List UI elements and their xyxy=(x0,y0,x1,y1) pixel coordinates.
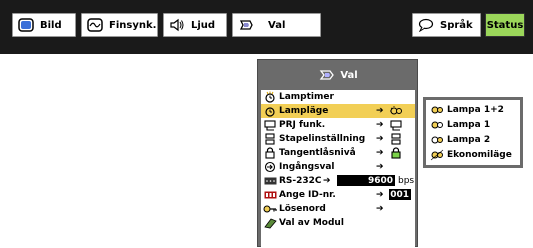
tab-label: Val xyxy=(268,19,286,31)
lamp-timer-icon xyxy=(263,91,277,103)
submenu-item-label: Lampa 1 xyxy=(447,119,491,130)
menu-item-label: Ange ID-nr. xyxy=(279,190,336,200)
speaker-icon xyxy=(167,16,187,34)
panel-title-text: Val xyxy=(340,69,358,81)
arrow-icon: ➔ xyxy=(376,106,384,116)
menu-item-tangentlasniva[interactable]: Tangentlåsnivå ➔ xyxy=(261,146,415,160)
id-number-icon xyxy=(263,189,277,201)
arrow-icon: ➔ xyxy=(376,190,384,200)
submenu-item-label: Ekonomiläge xyxy=(447,149,512,160)
menu-item-lamptimer[interactable]: Lamptimer xyxy=(261,90,415,104)
lamp-mode-submenu: Lampa 1+2 Lampa 1 Lampa 2 Ekonomiläge xyxy=(423,97,523,168)
tab-label: Finsynk. xyxy=(109,19,157,31)
lock-icon xyxy=(389,147,403,159)
menu-item-label: Val av Modul xyxy=(279,218,344,228)
lamp-icon xyxy=(430,119,444,131)
input-select-icon xyxy=(263,161,277,173)
arrow-icon: ➔ xyxy=(376,204,384,214)
menu-item-label: Lösenord xyxy=(279,204,326,214)
menu-item-label: Ingångsval xyxy=(279,162,335,172)
serial-port-icon xyxy=(263,175,277,187)
tab-label: Bild xyxy=(40,19,62,31)
submenu-item-ekonomilage[interactable]: Ekonomiläge xyxy=(426,147,520,162)
lamp-icon xyxy=(430,104,444,116)
tab-ljud[interactable]: Ljud xyxy=(163,13,227,37)
menu-item-label: RS-232C xyxy=(279,176,322,186)
options-icon xyxy=(319,69,335,81)
projector-icon xyxy=(389,119,403,131)
arrow-icon: ➔ xyxy=(376,162,384,172)
tab-val[interactable]: Val xyxy=(232,13,321,37)
tab-label: Ljud xyxy=(191,19,216,31)
menu-item-lamplage[interactable]: Lampläge ➔ xyxy=(261,104,415,118)
id-number-value[interactable]: 001 xyxy=(389,189,411,200)
menu-item-label: Tangentlåsnivå xyxy=(279,148,356,158)
stack-setting-icon xyxy=(389,133,403,145)
menu-bar: Bild Finsynk. Ljud Val Språk Status xyxy=(0,0,533,54)
menu-item-label: Lamptimer xyxy=(279,92,334,102)
arrow-icon: ➔ xyxy=(376,134,384,144)
tab-bild[interactable]: Bild xyxy=(12,13,76,37)
tab-label: Status xyxy=(486,19,524,31)
menu-item-losenord[interactable]: Lösenord ➔ xyxy=(261,202,415,216)
submenu-item-label: Lampa 2 xyxy=(447,134,491,145)
menu-item-stapelinstallning[interactable]: Stapelinställning ➔ xyxy=(261,132,415,146)
submenu-item-label: Lampa 1+2 xyxy=(447,104,504,115)
menu-item-val-av-modul[interactable]: Val av Modul xyxy=(261,216,415,230)
panel-title: Val xyxy=(258,60,419,90)
arrow-icon: ➔ xyxy=(376,148,384,158)
lamp-icon xyxy=(430,149,444,161)
options-icon xyxy=(236,16,256,34)
key-icon xyxy=(263,203,277,215)
submenu-item-lampa-2[interactable]: Lampa 2 xyxy=(426,132,520,147)
submenu-item-lampa-1-2[interactable]: Lampa 1+2 xyxy=(426,102,520,117)
menu-item-prj-funk[interactable]: PRJ funk. ➔ xyxy=(261,118,415,132)
menu-item-ange-id[interactable]: Ange ID-nr. ➔ 001 xyxy=(261,188,415,202)
tab-finsynk[interactable]: Finsynk. xyxy=(81,13,158,37)
tab-status[interactable]: Status xyxy=(485,13,525,37)
menu-item-label: PRJ funk. xyxy=(279,120,326,130)
lamp-timer-icon xyxy=(263,105,277,117)
stack-setting-icon xyxy=(263,133,277,145)
arrow-icon: ➔ xyxy=(376,120,384,130)
lamp-mode-list: Lampa 1+2 Lampa 1 Lampa 2 Ekonomiläge xyxy=(426,100,520,165)
picture-icon xyxy=(16,16,36,34)
menu-item-ingangsval[interactable]: Ingångsval ➔ xyxy=(261,160,415,174)
menu-item-rs232c[interactable]: RS-232C ➔ 9600 bps xyxy=(261,174,415,188)
tab-label: Språk xyxy=(440,19,473,31)
baud-rate-unit: bps xyxy=(398,176,415,186)
tab-sprak[interactable]: Språk xyxy=(412,13,481,37)
submenu-item-lampa-1[interactable]: Lampa 1 xyxy=(426,117,520,132)
options-menu-panel: Val Lamptimer Lampläge ➔ PRJ funk. ➔ Sta… xyxy=(257,59,419,248)
menu-item-label: Stapelinställning xyxy=(279,134,366,144)
projector-icon xyxy=(263,119,277,131)
baud-rate-value[interactable]: 9600 xyxy=(337,175,395,186)
menu-item-label: Lampläge xyxy=(279,106,329,116)
options-menu-list: Lamptimer Lampläge ➔ PRJ funk. ➔ Stapeli… xyxy=(261,90,415,248)
lock-icon xyxy=(263,147,277,159)
arrow-icon: ➔ xyxy=(323,176,331,186)
fine-sync-icon xyxy=(85,16,105,34)
speech-bubble-icon xyxy=(416,16,436,34)
module-icon xyxy=(263,217,277,229)
lamp-icon xyxy=(430,134,444,146)
lamp-icon xyxy=(389,105,403,117)
